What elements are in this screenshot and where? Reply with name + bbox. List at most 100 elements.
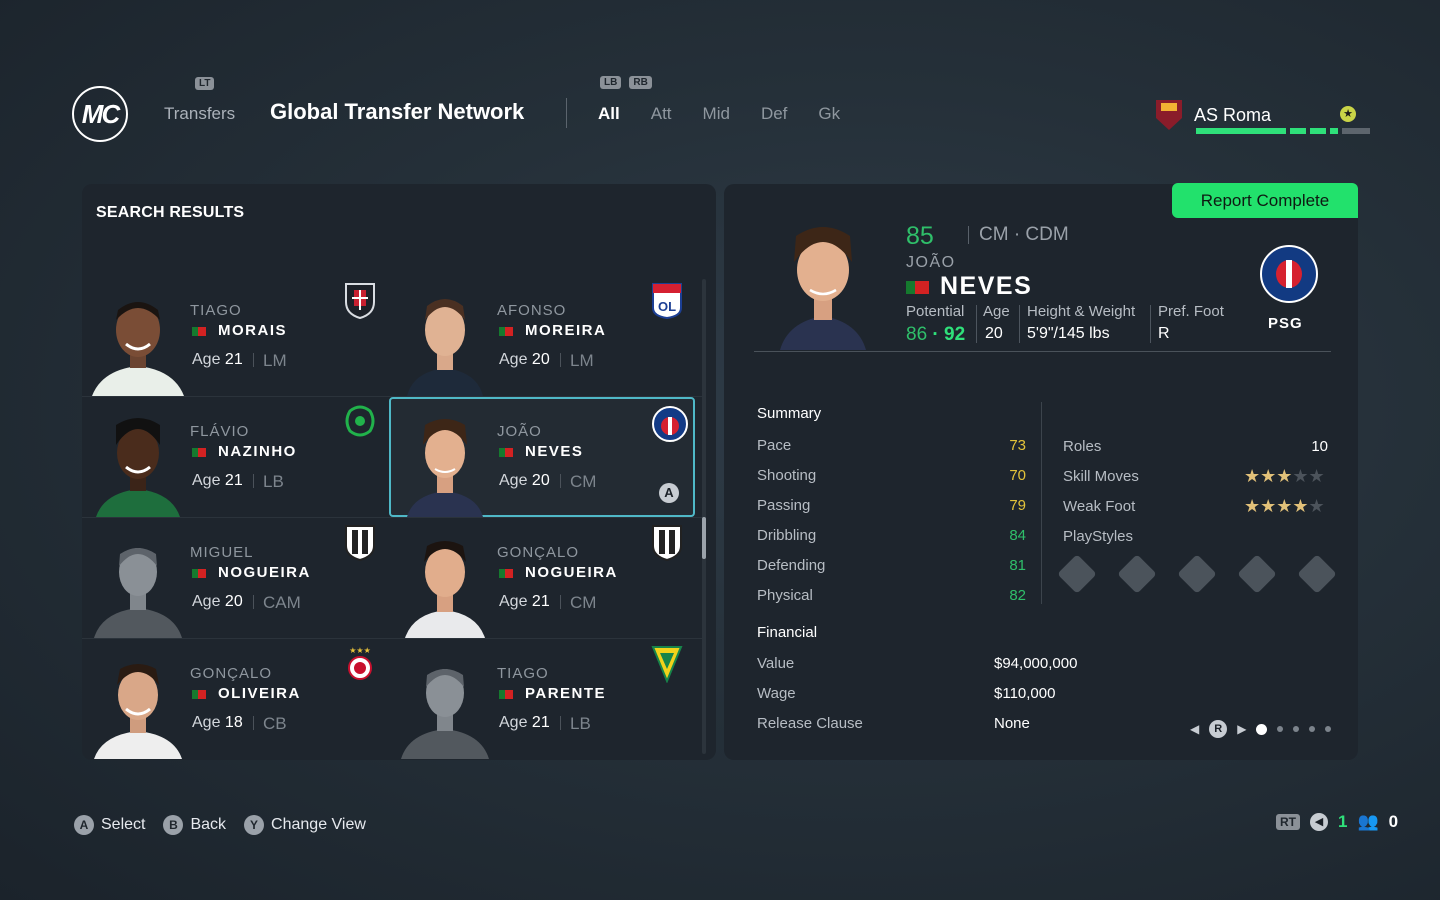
shortlist-count: 1 (1338, 812, 1348, 831)
results-scrollbar-thumb[interactable] (702, 517, 706, 559)
report-complete-button[interactable]: Report Complete (1172, 183, 1358, 218)
page-dot[interactable] (1309, 726, 1316, 732)
player-last-name: NEVES (940, 272, 1033, 300)
player-first-name: FLÁVIO (190, 423, 250, 440)
portugal-flag-icon (192, 327, 206, 336)
player-first-name: GONÇALO (190, 665, 273, 682)
club-crest-icon (345, 283, 375, 320)
tab-att[interactable]: Att (651, 104, 672, 124)
player-portrait (780, 227, 866, 350)
player-card[interactable]: AFONSO MOREIRA Age 20 LM OL (389, 276, 695, 396)
stat-value: 82 (1009, 587, 1026, 604)
tab-gk[interactable]: Gk (818, 104, 840, 124)
r-stick-icon: R (1209, 720, 1228, 738)
player-first-name: AFONSO (497, 302, 567, 319)
height-weight-label: Height & Weight (1027, 303, 1136, 320)
player-first-name: TIAGO (497, 665, 549, 682)
stat-value: 79 (1009, 497, 1026, 514)
player-position: CB (263, 714, 287, 733)
chevron-right-icon[interactable]: ▶ (1237, 722, 1246, 736)
potential-label: Potential (906, 303, 965, 320)
player-position: CAM (263, 593, 301, 612)
stat-label: Pace (757, 437, 792, 454)
search-results-panel: SEARCH RESULTS TIAGO MORAIS Age 21 LM AF… (82, 184, 716, 760)
benfica-crest-icon: ★★★ (348, 646, 372, 680)
portugal-flag-icon (192, 569, 206, 578)
player-last-name: NAZINHO (218, 443, 297, 460)
guimaraes-crest-icon (345, 525, 375, 562)
svg-text:★★★: ★★★ (349, 646, 371, 655)
stat-value: 84 (1009, 527, 1026, 544)
stat-value: 70 (1009, 467, 1026, 484)
a-button-icon: A (659, 483, 679, 503)
chevron-left-icon[interactable]: ◀ (1190, 722, 1199, 736)
player-position: CM (570, 472, 597, 491)
bumper-hints: LB RB (600, 76, 652, 89)
stat-label: Shooting (757, 467, 817, 484)
player-card[interactable]: MIGUEL NOGUEIRA Age 20 CAM (82, 518, 388, 638)
stat-value: 81 (1009, 557, 1026, 574)
summary-title: Summary (757, 405, 822, 422)
player-card-selected[interactable]: JOÃO NEVES Age 20 CM A (389, 397, 695, 517)
nav-transfers[interactable]: Transfers (164, 104, 235, 124)
player-position: CM (570, 593, 597, 612)
career-mode-logo: MC (72, 86, 128, 142)
change-view-action[interactable]: Y Change View (244, 815, 366, 835)
roma-crest-icon (1156, 100, 1182, 130)
tab-def[interactable]: Def (761, 104, 787, 124)
reputation-segment (1342, 128, 1370, 134)
pref-foot-value: R (1158, 325, 1170, 342)
psg-crest-icon (1260, 245, 1318, 303)
portugal-flag-icon (192, 690, 206, 699)
player-last-name: OLIVEIRA (218, 685, 301, 702)
player-card[interactable]: GONÇALO OLIVEIRA Age 18 CB ★★★ (82, 639, 388, 759)
portugal-flag-icon (499, 327, 513, 336)
player-silhouette-icon (94, 548, 182, 638)
player-age: Age 21 (192, 472, 264, 490)
financial-title: Financial (757, 624, 818, 641)
page-dot[interactable] (1277, 726, 1284, 732)
rt-hint: RT (1276, 814, 1300, 830)
player-last-name: NEVES (525, 443, 584, 460)
age-label: Age (983, 303, 1010, 320)
player-card[interactable]: FLÁVIO NAZINHO Age 21 LB (82, 397, 388, 517)
select-action[interactable]: A Select (74, 815, 145, 835)
tab-mid[interactable]: Mid (703, 104, 730, 124)
detail-divider (754, 351, 1331, 352)
reputation-segment (1310, 128, 1326, 134)
player-last-name: MOREIRA (525, 322, 607, 339)
player-portrait (405, 541, 485, 638)
player-first-name: MIGUEL (190, 544, 254, 561)
estoril-crest-icon (651, 646, 683, 683)
guimaraes-crest-icon (652, 525, 682, 562)
player-portrait (407, 299, 483, 396)
height-weight-value: 5'9"/145 lbs (1027, 325, 1110, 342)
player-card[interactable]: TIAGO MORAIS Age 21 LM (82, 276, 388, 396)
detail-pager[interactable]: ◀ R ▶ (1190, 720, 1332, 738)
release-clause-value: None (994, 715, 1030, 732)
player-position: LB (570, 714, 591, 733)
player-card[interactable]: TIAGO PARENTE Age 21 LB (389, 639, 695, 759)
player-overall: 85 (906, 222, 934, 250)
player-card[interactable]: GONÇALO NOGUEIRA Age 21 CM (389, 518, 695, 638)
reputation-segment (1330, 128, 1338, 134)
player-position: LB (263, 472, 284, 491)
player-age: Age 20 (192, 593, 264, 611)
stat-value: 73 (1009, 437, 1026, 454)
portugal-flag-icon (499, 448, 513, 457)
player-first-name: JOÃO (906, 254, 956, 271)
page-dot[interactable] (1325, 726, 1332, 732)
back-action[interactable]: B Back (163, 815, 226, 835)
roles-label: Roles (1063, 438, 1102, 455)
wage-label: Wage (757, 685, 796, 702)
b-button-icon: B (163, 815, 184, 835)
player-age: Age 18 (192, 714, 264, 732)
page-dot[interactable] (1293, 726, 1300, 732)
star-badge-icon: ★ (1340, 106, 1356, 122)
player-portrait (96, 418, 180, 517)
player-portrait (94, 664, 182, 759)
player-silhouette-icon (401, 669, 489, 759)
tab-all[interactable]: All (598, 104, 620, 124)
lt-button-hint: LT (195, 73, 215, 91)
page-dot[interactable] (1256, 723, 1268, 735)
